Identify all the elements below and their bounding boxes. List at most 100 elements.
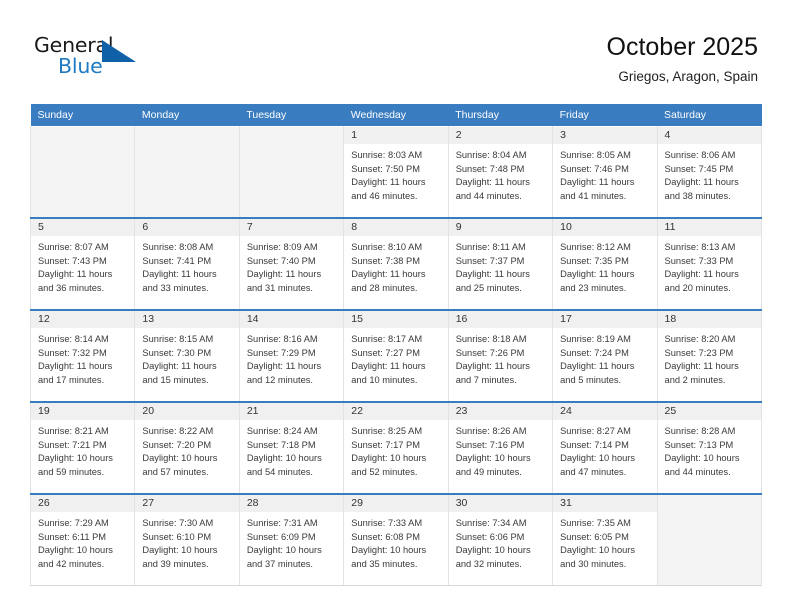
day-number: 13 [135,311,239,328]
calendar-page: General Blue October 2025 Griegos, Arago… [0,0,792,612]
calendar-day-cell[interactable]: 8 Sunrise: 8:10 AM Sunset: 7:38 PM Daylight… [343,217,449,311]
calendar-day-cell[interactable]: 13 Sunrise: 8:15 AM Sunset: 7:30 PM Dayligh… [134,309,240,403]
sunset-text: Sunset: 6:06 PM [455,531,525,542]
calendar-day-cell[interactable]: 22 Sunrise: 8:25 AM Sunset: 7:17 PM Dayligh… [343,401,449,495]
calendar-day-cell[interactable]: 15 Sunrise: 8:17 AM Sunset: 7:27 PM Dayligh… [343,309,449,403]
sunset-text: Sunset: 7:33 PM [664,255,734,266]
calendar-day-cell[interactable]: 12 Sunrise: 8:14 AM Sunset: 7:32 PM Dayligh… [29,309,136,403]
calendar-cell-empty [134,126,240,219]
daylight-text-line1: Daylight: 10 hours [351,453,427,464]
day-details: Sunrise: 8:06 AM Sunset: 7:45 PM Daylight:… [658,144,761,203]
calendar-day-cell[interactable]: 10 Sunrise: 8:12 AM Sunset: 7:35 PM Dayligh… [552,217,658,311]
day-details: Sunrise: 8:12 AM Sunset: 7:35 PM Daylight:… [553,236,656,295]
calendar-day-cell[interactable]: 23 Sunrise: 8:26 AM Sunset: 7:16 PM Dayligh… [447,401,554,495]
day-details: Sunrise: 8:24 AM Sunset: 7:18 PM Daylight:… [240,420,343,479]
sunrise-text: Sunrise: 7:31 AM [246,518,318,528]
sunrise-text: Sunrise: 8:04 AM [455,150,527,160]
day-details: Sunrise: 8:07 AM Sunset: 7:43 PM Daylight:… [31,236,134,295]
sunset-text: Sunset: 7:48 PM [455,163,525,174]
daylight-text-line1: Daylight: 11 hours [560,361,635,372]
day-details: Sunrise: 8:08 AM Sunset: 7:41 PM Daylight:… [135,236,238,295]
calendar-week-row: 1 Sunrise: 8:03 AM Sunset: 7:50 PM Daylight… [29,126,763,219]
weekday-header-sunday: Sunday [30,104,135,127]
sunrise-text: Sunrise: 8:19 AM [560,334,631,344]
calendar-day-cell[interactable]: 29 Sunrise: 7:33 AM Sunset: 6:08 PM Dayligh… [343,493,449,586]
calendar-day-cell[interactable]: 19 Sunrise: 8:21 AM Sunset: 7:21 PM Dayligh… [29,401,136,495]
calendar-day-cell[interactable]: 2 Sunrise: 8:04 AM Sunset: 7:48 PM Daylight… [447,126,554,219]
daylight-text-line2: and 44 minutes. [664,466,731,477]
daylight-text-line2: and 5 minutes. [560,374,622,385]
day-number: 18 [657,311,761,328]
day-number: 3 [553,127,657,144]
calendar-day-cell[interactable]: 26 Sunrise: 7:29 AM Sunset: 6:11 PM Dayligh… [29,493,136,586]
sunset-text: Sunset: 7:29 PM [246,347,316,358]
calendar-day-cell[interactable]: 4 Sunrise: 8:06 AM Sunset: 7:45 PM Daylight… [656,126,763,219]
daylight-text-line2: and 33 minutes. [142,282,209,293]
calendar-day-cell[interactable]: 20 Sunrise: 8:22 AM Sunset: 7:20 PM Dayligh… [134,401,240,495]
calendar-day-cell[interactable]: 3 Sunrise: 8:05 AM Sunset: 7:46 PM Daylight… [552,126,658,219]
calendar-day-cell[interactable]: 24 Sunrise: 8:27 AM Sunset: 7:14 PM Dayligh… [552,401,658,495]
daylight-text-line2: and 30 minutes. [560,558,627,569]
calendar-day-cell[interactable]: 5 Sunrise: 8:07 AM Sunset: 7:43 PM Daylight… [29,217,136,311]
day-details: Sunrise: 7:29 AM Sunset: 6:11 PM Daylight:… [31,512,134,571]
daylight-text-line1: Daylight: 11 hours [142,361,217,372]
calendar-day-cell[interactable]: 1 Sunrise: 8:03 AM Sunset: 7:50 PM Daylight… [343,126,449,219]
day-number: 12 [31,311,135,328]
daylight-text-line2: and 31 minutes. [246,282,313,293]
sunrise-text: Sunrise: 8:20 AM [664,334,736,344]
calendar-day-cell[interactable]: 30 Sunrise: 7:34 AM Sunset: 6:06 PM Dayligh… [447,493,554,586]
day-details: Sunrise: 8:25 AM Sunset: 7:17 PM Daylight:… [344,420,447,479]
sunset-text: Sunset: 7:27 PM [351,347,420,358]
calendar-day-cell[interactable]: 9 Sunrise: 8:11 AM Sunset: 7:37 PM Daylight… [447,217,554,311]
day-details: Sunrise: 8:19 AM Sunset: 7:24 PM Daylight:… [553,328,656,387]
day-details: Sunrise: 8:04 AM Sunset: 7:48 PM Daylight:… [449,144,552,203]
calendar-week-row: 19 Sunrise: 8:21 AM Sunset: 7:21 PM Dayligh… [29,401,763,495]
logo-triangle-icon [102,40,136,62]
daylight-text-line1: Daylight: 11 hours [246,361,322,372]
day-number: 15 [344,311,448,328]
daylight-text-line1: Daylight: 11 hours [246,269,322,280]
daylight-text-line2: and 23 minutes. [560,282,627,293]
sunset-text: Sunset: 7:13 PM [664,439,734,450]
page-title: October 2025 [606,33,759,61]
calendar-day-cell[interactable]: 11 Sunrise: 8:13 AM Sunset: 7:33 PM Dayligh… [656,217,763,311]
title-block: October 2025 Griegos, Aragon, Spain [607,32,759,85]
daylight-text-line2: and 46 minutes. [351,190,418,201]
general-blue-logo[interactable]: General Blue [34,33,154,83]
calendar-day-cell[interactable]: 25 Sunrise: 8:28 AM Sunset: 7:13 PM Dayligh… [656,401,763,495]
daylight-text-line1: Daylight: 11 hours [455,177,530,188]
daylight-text-line1: Daylight: 11 hours [664,361,739,372]
daylight-text-line2: and 36 minutes. [38,282,105,293]
sunset-text: Sunset: 7:23 PM [664,347,734,358]
day-number: 16 [448,311,553,328]
sunrise-text: Sunrise: 8:09 AM [246,242,318,252]
sunset-text: Sunset: 7:18 PM [246,439,316,450]
calendar-day-cell[interactable]: 31 Sunrise: 7:35 AM Sunset: 6:05 PM Dayligh… [552,493,658,586]
sunrise-text: Sunrise: 8:24 AM [246,426,318,436]
daylight-text-line2: and 15 minutes. [142,374,209,385]
calendar-day-cell[interactable]: 27 Sunrise: 7:30 AM Sunset: 6:10 PM Dayligh… [134,493,240,586]
page-subtitle: Griegos, Aragon, Spain [618,69,758,84]
day-number: 6 [135,219,239,236]
day-number: 2 [448,127,553,144]
daylight-text-line2: and 52 minutes. [351,466,418,477]
logo-text-blue: Blue [58,54,103,78]
calendar-day-cell[interactable]: 7 Sunrise: 8:09 AM Sunset: 7:40 PM Daylight… [238,217,345,311]
weekday-header-friday: Friday [552,104,658,127]
sunrise-text: Sunrise: 8:14 AM [38,334,109,344]
day-number: 27 [135,495,239,512]
calendar-day-cell[interactable]: 6 Sunrise: 8:08 AM Sunset: 7:41 PM Daylight… [134,217,240,311]
calendar-day-cell[interactable]: 16 Sunrise: 8:18 AM Sunset: 7:26 PM Dayligh… [447,309,554,403]
calendar-day-cell[interactable]: 14 Sunrise: 8:16 AM Sunset: 7:29 PM Dayligh… [238,309,345,403]
calendar-day-cell[interactable]: 18 Sunrise: 8:20 AM Sunset: 7:23 PM Dayligh… [656,309,763,403]
sunset-text: Sunset: 7:41 PM [142,255,212,266]
sunrise-text: Sunrise: 8:18 AM [455,334,527,344]
sunrise-text: Sunrise: 8:15 AM [142,334,214,344]
calendar-day-cell[interactable]: 28 Sunrise: 7:31 AM Sunset: 6:09 PM Dayligh… [238,493,345,586]
daylight-text-line2: and 32 minutes. [455,558,522,569]
calendar-day-cell[interactable]: 21 Sunrise: 8:24 AM Sunset: 7:18 PM Dayligh… [238,401,345,495]
day-details: Sunrise: 8:28 AM Sunset: 7:13 PM Daylight:… [658,420,761,479]
day-details: Sunrise: 7:34 AM Sunset: 6:06 PM Daylight:… [449,512,552,571]
day-details: Sunrise: 7:30 AM Sunset: 6:10 PM Daylight:… [135,512,238,571]
calendar-day-cell[interactable]: 17 Sunrise: 8:19 AM Sunset: 7:24 PM Dayligh… [552,309,658,403]
